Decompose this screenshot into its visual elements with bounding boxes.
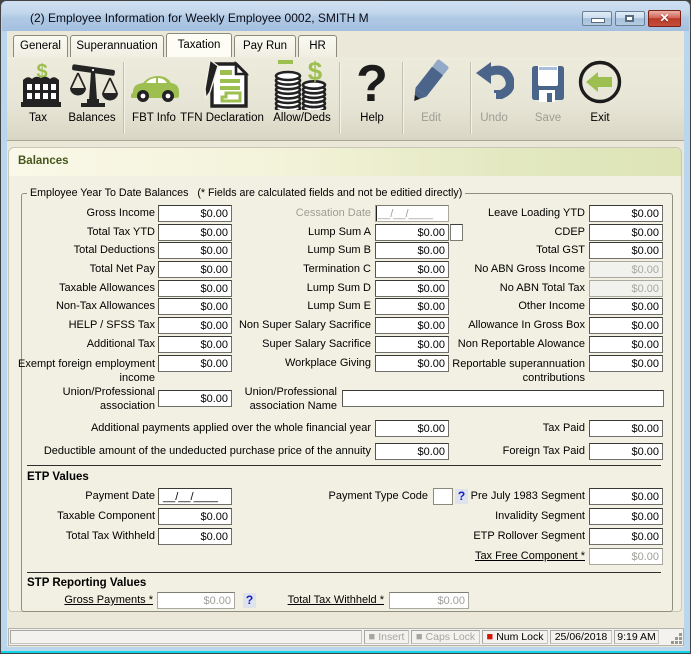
svg-text:$: $ xyxy=(308,58,323,86)
